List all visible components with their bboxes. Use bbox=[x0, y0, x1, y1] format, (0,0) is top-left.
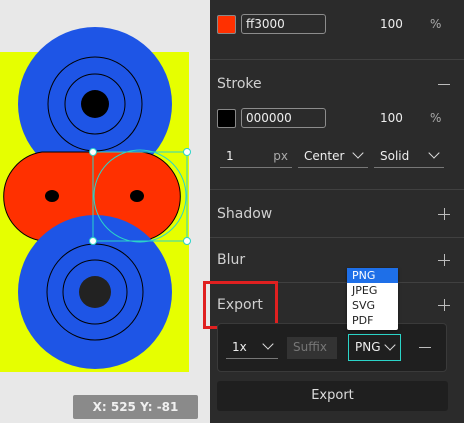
add-export-icon[interactable] bbox=[438, 299, 450, 311]
export-format-value: PNG bbox=[355, 340, 381, 354]
export-format-select[interactable]: PNG bbox=[348, 334, 401, 361]
format-option-pdf[interactable]: PDF bbox=[347, 313, 398, 328]
export-button[interactable]: Export bbox=[217, 381, 448, 411]
fill-color-swatch[interactable] bbox=[217, 15, 236, 34]
stroke-remove-icon[interactable] bbox=[438, 78, 450, 90]
add-blur-icon[interactable] bbox=[438, 254, 450, 266]
stroke-opacity-input[interactable]: 100 bbox=[380, 111, 403, 125]
format-dropdown-menu: PNG JPEG SVG PDF bbox=[347, 268, 398, 330]
stroke-align-value: Center bbox=[304, 149, 345, 163]
fill-hex-input[interactable]: ff3000 bbox=[241, 14, 326, 34]
export-settings-row: 1x Suffix PNG bbox=[217, 323, 447, 372]
chevron-down-icon bbox=[352, 147, 364, 159]
coordinates-readout: X: 525 Y: -81 bbox=[73, 395, 198, 419]
stroke-style-select[interactable]: Solid bbox=[374, 146, 444, 168]
stroke-title: Stroke bbox=[217, 76, 262, 92]
format-option-jpeg[interactable]: JPEG bbox=[347, 283, 398, 298]
fill-opacity-unit: % bbox=[430, 17, 442, 31]
canvas[interactable]: X: 525 Y: -81 bbox=[0, 0, 210, 423]
chevron-down-icon bbox=[428, 147, 440, 159]
add-shadow-icon[interactable] bbox=[438, 208, 450, 220]
export-scale-select[interactable]: 1x bbox=[226, 337, 278, 359]
remove-export-icon[interactable] bbox=[419, 347, 431, 349]
stroke-style-value: Solid bbox=[380, 149, 410, 163]
format-option-png[interactable]: PNG bbox=[347, 268, 398, 283]
stroke-align-select[interactable]: Center bbox=[298, 146, 368, 168]
stroke-width-value: 1 bbox=[226, 149, 234, 163]
fill-opacity-input[interactable]: 100 bbox=[380, 17, 403, 31]
blur-title: Blur bbox=[217, 252, 246, 268]
stroke-color-swatch[interactable] bbox=[217, 109, 236, 128]
artwork[interactable] bbox=[0, 0, 210, 423]
export-highlight-box bbox=[203, 281, 278, 329]
stroke-hex-input[interactable]: 000000 bbox=[241, 108, 326, 128]
format-option-svg[interactable]: SVG bbox=[347, 298, 398, 313]
stroke-width-input[interactable]: 1 px bbox=[220, 146, 292, 168]
shadow-title: Shadow bbox=[217, 206, 273, 222]
chevron-down-icon bbox=[262, 338, 274, 350]
properties-panel: ff3000 100 % Stroke 000000 100 % 1 px Ce… bbox=[203, 0, 464, 423]
stroke-width-unit: px bbox=[273, 149, 288, 163]
export-scale-value: 1x bbox=[232, 340, 247, 354]
export-suffix-input[interactable]: Suffix bbox=[287, 337, 337, 359]
chevron-down-icon bbox=[384, 339, 396, 351]
stroke-opacity-unit: % bbox=[430, 111, 442, 125]
